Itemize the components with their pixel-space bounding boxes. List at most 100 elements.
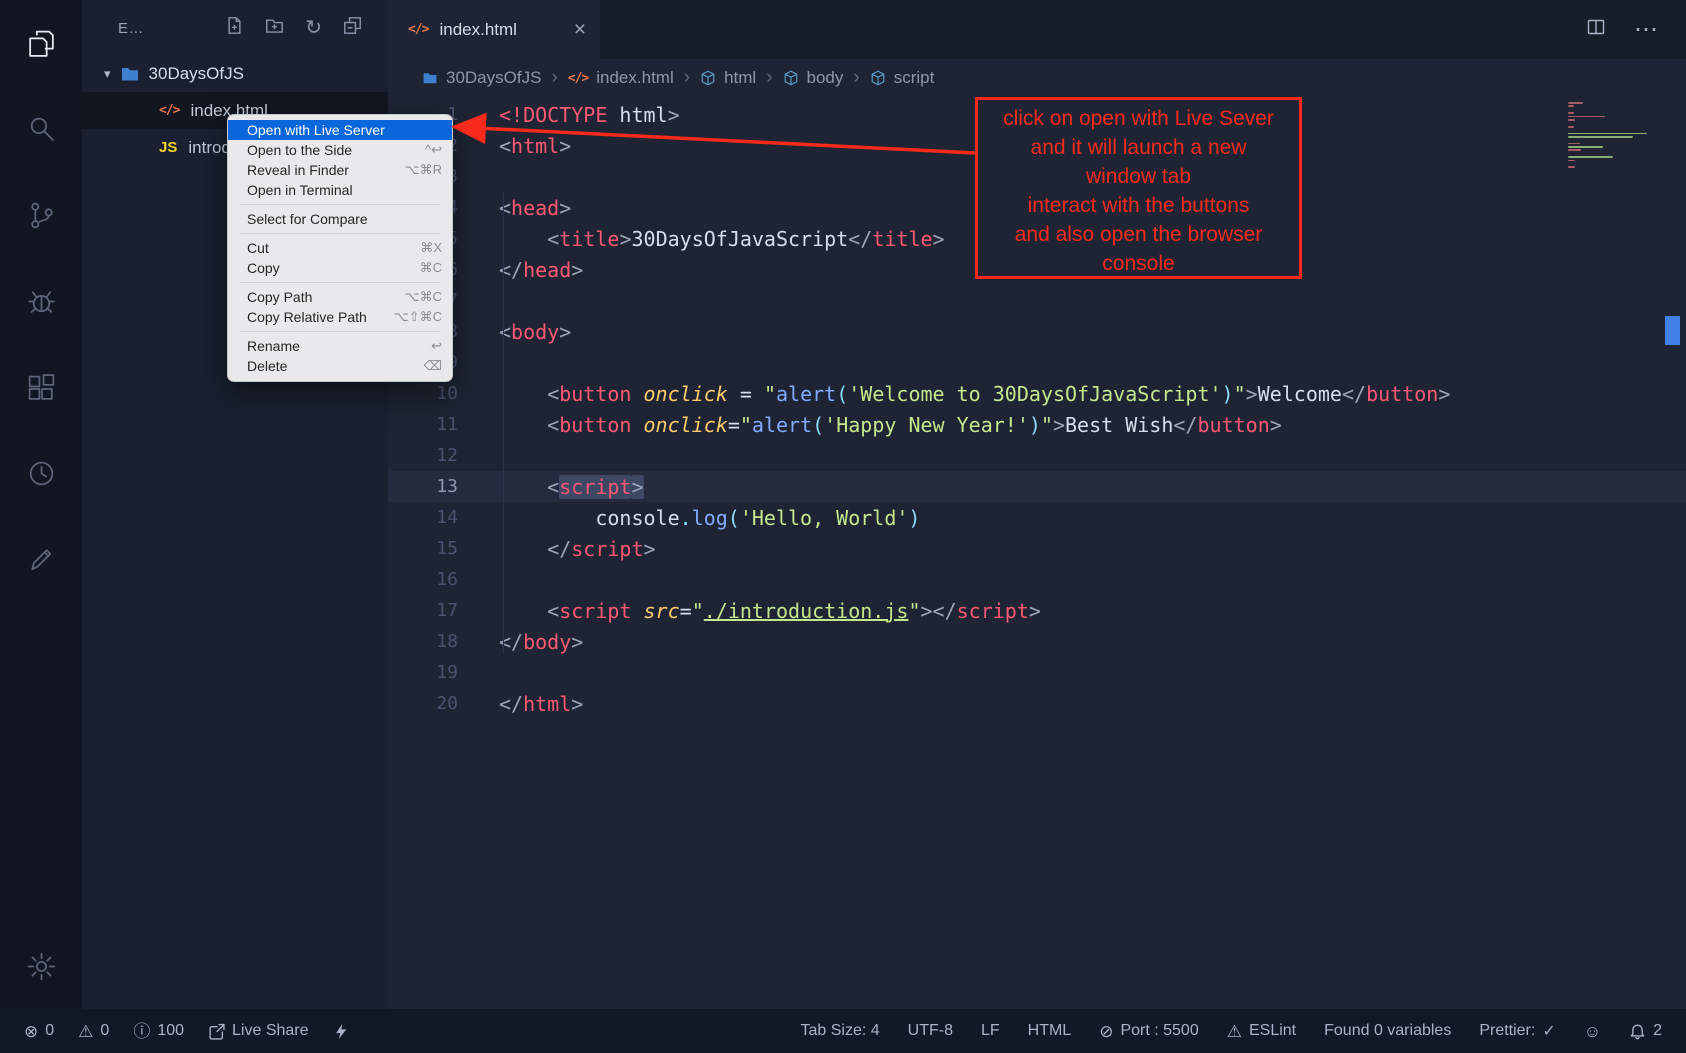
debug-icon [25,285,58,318]
breadcrumb-script[interactable]: script [870,68,935,88]
breadcrumb-body[interactable]: body [783,68,844,88]
code-line-18[interactable]: 18</body> [388,626,1686,657]
code-line-11[interactable]: 11 <button onclick="alert('Happy New Yea… [388,409,1686,440]
breadcrumb-folder[interactable]: 30DaysOfJS [422,68,541,88]
chevron-down-icon: ▾ [104,66,111,82]
activity-run-debug-button[interactable] [0,258,82,344]
menu-separator [240,204,440,205]
eslint-status[interactable]: ⚠ ESLint [1227,1022,1296,1040]
tab-bar: </> index.html × ⋯ [388,0,1686,59]
problems-errors[interactable]: ⊗ 0 [24,1022,54,1040]
eol-indicator[interactable]: LF [981,1022,1000,1040]
menu-item-open-in-terminal[interactable]: Open in Terminal [228,180,452,200]
code-line-17[interactable]: 17 <script src="./introduction.js"></scr… [388,595,1686,626]
menu-item-open-to-the-side[interactable]: Open to the Side ^↩ [228,140,452,160]
menu-item-delete[interactable]: Delete ⌫ [228,356,452,376]
split-editor-button[interactable] [1586,17,1606,42]
code-line-1[interactable]: 1<!DOCTYPE html> [388,99,1686,130]
html-file-icon: </> [408,22,428,37]
code-line-10[interactable]: 10 <button onclick = "alert('Welcome to … [388,378,1686,409]
live-share-button[interactable]: Live Share [208,1022,309,1040]
code-line-6[interactable]: 6</head> [388,254,1686,285]
tab-label: index.html [439,20,516,40]
menu-item-copy-relative-path[interactable]: Copy Relative Path ⌥⇧⌘C [228,307,452,327]
activity-history-button[interactable] [0,430,82,516]
menu-separator [240,331,440,332]
folder-icon [120,64,140,84]
menu-item-cut[interactable]: Cut ⌘X [228,238,452,258]
menu-separator [240,233,440,234]
tab-index-html[interactable]: </> index.html × [388,0,600,59]
settings-button[interactable] [0,923,82,1009]
menu-item-reveal-in-finder[interactable]: Reveal in Finder ⌥⌘R [228,160,452,180]
files-icon [25,27,58,60]
menu-item-copy[interactable]: Copy ⌘C [228,258,452,278]
activity-feedback-button[interactable] [0,516,82,602]
symbol-cube-icon [870,70,886,86]
metric-score[interactable]: ⓘ 100 [133,1022,184,1040]
activity-extensions-button[interactable] [0,344,82,430]
indent-guide [503,192,504,654]
check-icon: ✓ [1542,1021,1555,1041]
code-line-19[interactable]: 19 [388,657,1686,688]
menu-item-copy-path[interactable]: Copy Path ⌥⌘C [228,287,452,307]
breadcrumb-file[interactable]: </> index.html [568,68,674,88]
live-share-icon [208,1023,225,1040]
gear-icon [25,950,58,983]
menu-item-rename[interactable]: Rename ↩ [228,336,452,356]
notifications-bell[interactable]: 2 [1629,1022,1662,1040]
variables-status[interactable]: Found 0 variables [1324,1022,1451,1040]
encoding-indicator[interactable]: UTF-8 [908,1022,953,1040]
code-line-5[interactable]: 5 <title>30DaysOfJavaScript</title> [388,223,1686,254]
chevron-right-icon: › [684,67,690,89]
code-line-8[interactable]: 8<body> [388,316,1686,347]
breadcrumb-html[interactable]: html [700,68,756,88]
menu-item-open-with-live-server[interactable]: Open with Live Server [228,120,452,140]
context-menu: Open with Live Server Open to the Side ^… [227,114,453,382]
js-file-icon: JS [159,139,177,156]
code-line-14[interactable]: 14 console.log('Hello, World') [388,502,1686,533]
explorer-title: E… [118,20,144,37]
explorer-actions: ↻ [225,16,362,40]
lightning-button[interactable] [333,1023,350,1040]
activity-source-control-button[interactable] [0,172,82,258]
new-folder-button[interactable] [265,16,284,40]
code-line-9[interactable]: 9 [388,347,1686,378]
code-line-2[interactable]: 2<html> [388,130,1686,161]
folder-name: 30DaysOfJS [149,64,244,84]
code-line-12[interactable]: 12 [388,440,1686,471]
minimap[interactable] [1568,102,1660,168]
code-line-3[interactable]: 3 [388,161,1686,192]
refresh-button[interactable]: ↻ [305,18,322,38]
live-server-port[interactable]: ⊘ Port : 5500 [1099,1022,1199,1040]
more-actions-button[interactable]: ⋯ [1634,15,1660,44]
code-line-7[interactable]: 7 [388,285,1686,316]
feedback-smiley-icon[interactable]: ☺ [1584,1023,1601,1040]
code-line-20[interactable]: 20</html> [388,688,1686,719]
warning-icon: ⚠ [78,1023,93,1040]
problems-warnings[interactable]: ⚠ 0 [78,1022,109,1040]
code-line-15[interactable]: 15 </script> [388,533,1686,564]
code-line-16[interactable]: 16 [388,564,1686,595]
history-clock-icon [25,457,58,490]
code-line-13[interactable]: 13 <script> [388,471,1686,502]
chevron-right-icon: › [766,67,772,89]
close-icon[interactable]: × [574,18,586,42]
prettier-status[interactable]: Prettier: ✓ [1479,1021,1555,1041]
overview-ruler-marker [1665,316,1680,345]
collapse-all-button[interactable] [343,16,362,40]
code-line-4[interactable]: 4<head> [388,192,1686,223]
symbol-cube-icon [783,70,799,86]
explorer-header: E… ↻ [82,0,388,56]
search-icon [25,113,58,146]
code-lines: 1<!DOCTYPE html>2<html>34<head>5 <title>… [388,99,1686,719]
menu-item-select-for-compare[interactable]: Select for Compare [228,209,452,229]
activity-search-button[interactable] [0,86,82,172]
activity-explorer-button[interactable] [0,0,82,86]
folder-row-30daysofjs[interactable]: ▾ 30DaysOfJS [82,56,388,92]
chevron-right-icon: › [853,67,859,89]
new-file-button[interactable] [225,16,244,40]
tab-size-indicator[interactable]: Tab Size: 4 [800,1022,879,1040]
code-editor[interactable]: 1<!DOCTYPE html>2<html>34<head>5 <title>… [388,97,1686,1009]
language-mode[interactable]: HTML [1028,1022,1072,1040]
